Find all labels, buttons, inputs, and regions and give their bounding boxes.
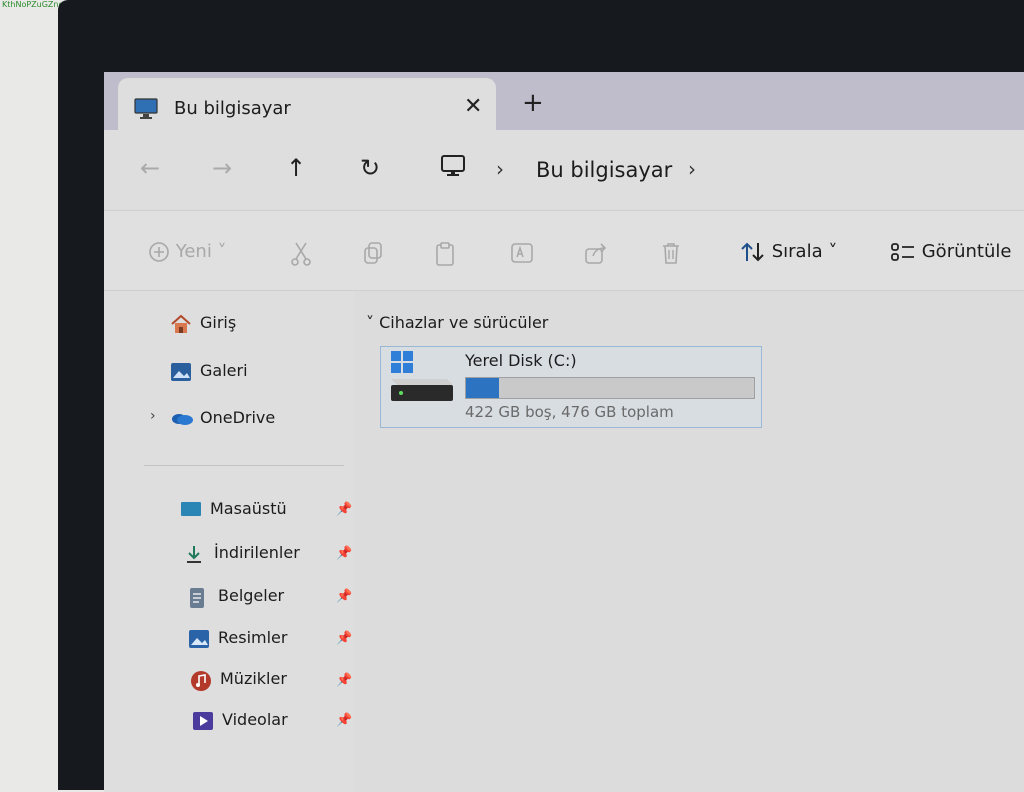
drive-usage-fill (466, 378, 499, 398)
sidebar-item-pictures[interactable]: Resimler (188, 628, 287, 649)
cloud-icon (170, 409, 193, 429)
sidebar-item-desktop[interactable]: Masaüstü (180, 499, 287, 520)
watermark-text: KthNoPZuGZne (2, 0, 64, 9)
sort-button[interactable]: Sırala ˅ (740, 241, 837, 263)
sidebar-item-downloads[interactable]: İndirilenler (184, 543, 300, 564)
documents-icon (188, 587, 210, 608)
sidebar-item-label: Müzikler (220, 669, 287, 688)
refresh-button[interactable]: ↻ (360, 154, 380, 182)
sidebar-item-gallery[interactable]: Galeri (170, 361, 248, 382)
drive-icon (387, 349, 457, 409)
close-tab-button[interactable]: ✕ (464, 94, 482, 119)
pin-icon[interactable]: 📌 (336, 631, 352, 646)
drive-name: Yerel Disk (C:) (465, 351, 577, 370)
paste-button[interactable] (434, 241, 456, 272)
new-button[interactable]: Yeni ˅ (148, 241, 227, 263)
sort-button-label: Sırala (771, 241, 823, 262)
view-button-label: Görüntüle (921, 241, 1012, 262)
copy-icon (364, 242, 382, 264)
share-button[interactable] (584, 241, 608, 270)
sidebar-item-label: Masaüstü (210, 499, 287, 518)
sidebar-item-label: Galeri (200, 361, 248, 380)
copy-button[interactable] (362, 241, 384, 270)
desktop-folder-icon (180, 500, 202, 520)
delete-button[interactable] (660, 241, 682, 270)
sidebar-item-label: Giriş (200, 313, 237, 332)
sidebar-item-home[interactable]: Giriş (170, 313, 236, 334)
share-icon (585, 243, 607, 264)
sidebar-item-label: Resimler (218, 628, 288, 647)
content-pane: ˅ Cihazlar ve sürücüler Yerel Disk (C:) … (354, 290, 1024, 792)
download-icon (184, 544, 206, 564)
pin-icon[interactable]: 📌 (336, 713, 352, 728)
breadcrumb-expand-button[interactable]: › (688, 157, 696, 181)
computer-icon[interactable] (440, 154, 466, 182)
breadcrumb-separator: › (496, 157, 504, 181)
command-bar: Yeni ˅ Sırala ˅ Görüntüle (104, 210, 1024, 291)
music-icon (190, 670, 212, 691)
plus-circle-icon (149, 242, 169, 262)
expand-chevron-icon[interactable]: › (150, 408, 156, 424)
rename-icon (511, 243, 533, 263)
group-header-devices[interactable]: ˅ Cihazlar ve sürücüler (366, 313, 548, 332)
sidebar-item-documents[interactable]: Belgeler (188, 586, 285, 608)
group-header-label: Cihazlar ve sürücüler (379, 313, 549, 332)
cut-button[interactable] (290, 241, 312, 272)
sidebar-item-label: Belgeler (218, 586, 285, 605)
drive-free-space: 422 GB boş, 476 GB toplam (465, 403, 674, 421)
pin-icon[interactable]: 📌 (336, 589, 352, 604)
new-tab-button[interactable]: + (522, 88, 544, 118)
breadcrumb-this-pc[interactable]: Bu bilgisayar (536, 158, 672, 182)
file-explorer-window: Bu bilgisayar ✕ + ← → ↑ ↻ › Bu bilgisaya… (104, 72, 1024, 792)
chevron-down-icon: ˅ (366, 313, 374, 332)
trash-icon (663, 243, 679, 264)
pictures-icon (188, 629, 210, 649)
sidebar-item-label: OneDrive (200, 408, 276, 427)
navigation-bar: ← → ↑ ↻ › Bu bilgisayar › (104, 130, 1024, 210)
tab-bar: Bu bilgisayar ✕ + (104, 72, 1024, 130)
pin-icon[interactable]: 📌 (336, 502, 352, 517)
paste-icon (436, 242, 454, 266)
scissors-icon (291, 242, 311, 266)
drive-tile-c[interactable]: Yerel Disk (C:) 422 GB boş, 476 GB topla… (380, 346, 762, 428)
sidebar-item-music[interactable]: Müzikler (190, 669, 287, 691)
sidebar-item-label: Videolar (222, 710, 288, 729)
tab-this-pc[interactable]: Bu bilgisayar ✕ (118, 78, 496, 130)
gallery-icon (170, 362, 192, 382)
sort-arrows-icon (741, 242, 764, 262)
view-button[interactable]: Görüntüle (890, 241, 1011, 263)
new-button-label: Yeni (175, 241, 212, 262)
view-list-icon (891, 243, 914, 261)
forward-button[interactable]: → (212, 154, 232, 182)
sidebar-item-onedrive[interactable]: OneDrive (170, 408, 275, 429)
pin-icon[interactable]: 📌 (336, 546, 352, 561)
sidebar-item-videos[interactable]: Videolar (192, 710, 288, 731)
videos-icon (192, 711, 214, 731)
up-button[interactable]: ↑ (286, 154, 306, 182)
back-button[interactable]: ← (140, 154, 160, 182)
sidebar-item-label: İndirilenler (214, 543, 300, 562)
rename-button[interactable] (510, 241, 534, 270)
navigation-pane: Giriş Galeri › OneDrive Masaüstü 📌 İndir… (104, 290, 354, 792)
home-icon (170, 314, 192, 334)
tab-title: Bu bilgisayar (174, 98, 291, 119)
sidebar-divider (144, 465, 344, 466)
computer-icon (134, 98, 158, 124)
drive-usage-bar (465, 377, 755, 399)
pin-icon[interactable]: 📌 (336, 673, 352, 688)
